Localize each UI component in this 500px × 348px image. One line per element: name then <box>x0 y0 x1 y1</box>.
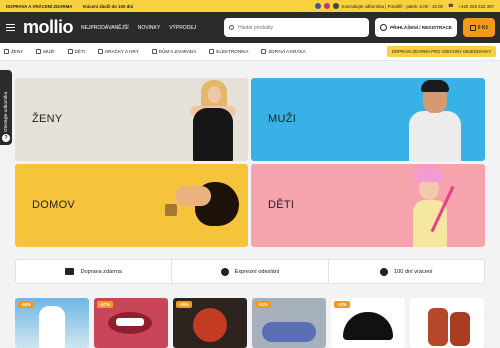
returns-promo: Vrácení zboží do 100 dní <box>82 3 134 9</box>
topbar-right: Konzultujte odborníka | Pondělí - pátek:… <box>314 3 494 9</box>
category-label: MUŽI <box>43 49 55 54</box>
login-button[interactable]: PŘIHLÁŠENÍ / REGISTRACE <box>375 18 457 37</box>
category-label: DĚTI <box>74 49 85 54</box>
girl-image <box>413 166 443 182</box>
product-card[interactable]: -45% <box>15 298 89 348</box>
cart-icon <box>469 24 476 31</box>
women-icon <box>4 49 9 54</box>
man-image <box>421 80 449 92</box>
men-icon <box>36 49 42 54</box>
feature-label: 100 dní vrácení <box>394 268 433 275</box>
top-promo-bar: DOPRAVA A VRÁCENÍ ZDARMA Vrácení zboží d… <box>0 0 500 12</box>
kids-icon <box>67 49 73 54</box>
feature-free-shipping: Doprava zdarma <box>16 260 173 283</box>
expert-side-tab[interactable]: Otestujte odborníka ? <box>0 70 12 145</box>
product-card[interactable]: -51% <box>252 298 326 348</box>
woman-face <box>208 86 221 103</box>
login-label: PŘIHLÁŠENÍ / REGISTRACE <box>390 25 452 30</box>
tile-label: DĚTI <box>268 199 295 211</box>
cart-total: 0 Kč <box>477 24 489 31</box>
category-health-beauty[interactable]: ZDRAVÍ A KRÁSA <box>261 49 306 54</box>
product-image <box>39 306 65 348</box>
discount-badge: -51% <box>255 301 271 308</box>
youtube-icon[interactable] <box>332 3 339 9</box>
electronics-icon <box>209 49 215 54</box>
free-shipping-pill: DOPRAVA ZDARMA PRO VŠECHNY OBJEDNÁVKY <box>386 46 496 57</box>
product-image-detail <box>450 312 470 346</box>
category-women[interactable]: ŽENY <box>4 49 23 54</box>
tile-label: MUŽI <box>268 113 297 125</box>
feature-express: Expresní odeslání <box>172 260 329 283</box>
discount-badge: -33% <box>334 301 350 308</box>
logo[interactable]: mollio <box>23 17 74 38</box>
question-icon: ? <box>2 134 10 142</box>
category-label: DŮM A ZAHRADA <box>158 49 197 54</box>
category-toys[interactable]: HRAČKY A HRY <box>97 49 139 54</box>
product-image <box>193 308 227 342</box>
discount-badge: -67% <box>97 301 113 308</box>
nav-new[interactable]: NOVINKY <box>138 25 161 31</box>
side-tab-label: Otestujte odborníka <box>3 91 8 132</box>
tile-home[interactable]: DOMOV <box>15 164 248 247</box>
feature-label: Expresní odeslání <box>234 268 280 275</box>
category-kids[interactable]: DĚTI <box>67 49 85 54</box>
product-image-detail <box>116 318 144 326</box>
product-card[interactable] <box>410 298 484 348</box>
discount-badge: -39% <box>176 301 192 308</box>
category-label: ZDRAVÍ A KRÁSA <box>268 49 306 54</box>
search-icon <box>229 25 234 30</box>
woman-dress <box>193 108 233 161</box>
feature-label: Doprava zdarma <box>80 268 122 275</box>
main-nav: NEJPRODÁVANĚJŠÍ NOVINKY VÝPRODEJ <box>81 25 196 31</box>
category-nav: ŽENY MUŽI DĚTI HRAČKY A HRY DŮM A ZAHRAD… <box>0 43 500 61</box>
consult-hours: Konzultujte odborníka | Pondělí - pátek:… <box>341 3 443 9</box>
category-label: ŽENY <box>11 49 24 54</box>
feature-returns: 100 dní vrácení <box>329 260 484 283</box>
product-card[interactable]: -33% <box>331 298 405 348</box>
category-label: ELEKTRONIKA <box>216 49 249 54</box>
nav-bestsellers[interactable]: NEJPRODÁVANĚJŠÍ <box>81 25 129 31</box>
tile-label: ŽENY <box>32 113 63 125</box>
tile-men[interactable]: MUŽI <box>251 78 485 161</box>
category-home-garden[interactable]: DŮM A ZAHRADA <box>151 49 197 54</box>
topbar-phone-icon: ☎ <box>447 3 454 8</box>
search-box[interactable] <box>224 18 369 37</box>
category-men[interactable]: MUŽI <box>36 49 55 54</box>
menu-icon[interactable] <box>6 24 15 31</box>
hand-image <box>175 186 211 206</box>
instagram-icon[interactable] <box>323 3 330 9</box>
home-icon <box>151 49 157 54</box>
product-image <box>428 308 448 346</box>
product-card[interactable]: -39% <box>173 298 247 348</box>
tile-label: DOMOV <box>32 199 76 211</box>
stopwatch-icon <box>220 267 229 276</box>
return-arrow-icon <box>380 267 389 276</box>
topbar-phone[interactable]: +420 228 222 397 <box>458 4 494 9</box>
user-icon <box>380 24 388 31</box>
search-input[interactable] <box>238 24 358 31</box>
man-shirt <box>409 111 461 161</box>
product-image <box>343 312 393 340</box>
facebook-icon[interactable] <box>314 3 321 9</box>
padlock-image <box>165 204 177 216</box>
features-bar: Doprava zdarma Expresní odeslání 100 dní… <box>15 259 485 284</box>
main-header: mollio NEJPRODÁVANĚJŠÍ NOVINKY VÝPRODEJ … <box>0 12 500 43</box>
tile-women[interactable]: ŽENY <box>15 78 248 161</box>
discount-badge: -45% <box>18 301 34 308</box>
category-electronics[interactable]: ELEKTRONIKA <box>209 49 248 54</box>
truck-icon <box>65 268 75 275</box>
beauty-icon <box>261 49 267 54</box>
nav-sale[interactable]: VÝPRODEJ <box>169 25 196 31</box>
category-label: HRAČKY A HRY <box>104 49 139 54</box>
product-image <box>262 322 316 342</box>
product-card[interactable]: -67% <box>94 298 168 348</box>
toys-icon <box>97 49 103 54</box>
cart-button[interactable]: 0 Kč <box>463 18 495 37</box>
shipping-promo: DOPRAVA A VRÁCENÍ ZDARMA <box>6 3 73 9</box>
tile-kids[interactable]: DĚTI <box>251 164 485 247</box>
